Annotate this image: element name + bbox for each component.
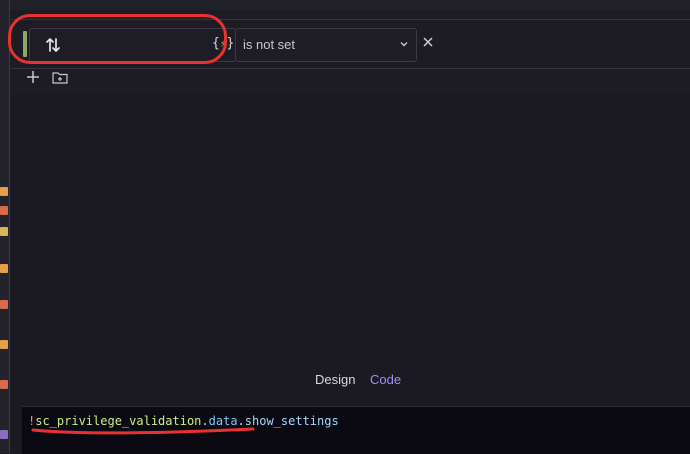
condition-field-input[interactable]: {⚡}	[29, 28, 236, 62]
operator-select[interactable]: is not set	[235, 28, 417, 62]
code-token: show_settings	[244, 414, 339, 428]
gutter-chip	[0, 264, 8, 273]
code-token: .	[201, 414, 209, 428]
gutter-chip	[0, 206, 8, 215]
gutter-chip	[0, 227, 8, 236]
operator-value: is not set	[243, 37, 296, 52]
code-token: sc_privilege_validation	[35, 414, 202, 428]
chevron-down-icon	[400, 42, 408, 47]
mode-tabs: Design Code	[10, 356, 690, 400]
tab-design[interactable]: Design	[315, 372, 355, 387]
code-line: !sc_privilege_validation.data.show_setti…	[28, 414, 339, 428]
gutter-chip	[0, 187, 8, 196]
gutter-chip	[0, 340, 8, 349]
expression-mode-icon[interactable]: {⚡}	[212, 36, 234, 51]
code-token: data	[208, 414, 238, 428]
folder-plus-icon[interactable]	[52, 71, 68, 84]
code-editor[interactable]: !sc_privilege_validation.data.show_setti…	[22, 406, 690, 454]
condition-row: {⚡} is not set	[11, 19, 690, 69]
gutter-chip	[0, 430, 8, 439]
gutter-chip	[0, 380, 8, 389]
code-token: .	[237, 414, 245, 428]
close-icon[interactable]	[421, 35, 435, 49]
tab-code[interactable]: Code	[370, 372, 401, 387]
left-editor-gutter	[0, 0, 10, 453]
conditions-empty-area	[10, 94, 690, 356]
sort-arrows-icon	[46, 38, 60, 52]
plus-icon[interactable]	[26, 70, 40, 84]
gutter-chip	[0, 300, 8, 309]
condition-accent-bar	[23, 31, 27, 57]
